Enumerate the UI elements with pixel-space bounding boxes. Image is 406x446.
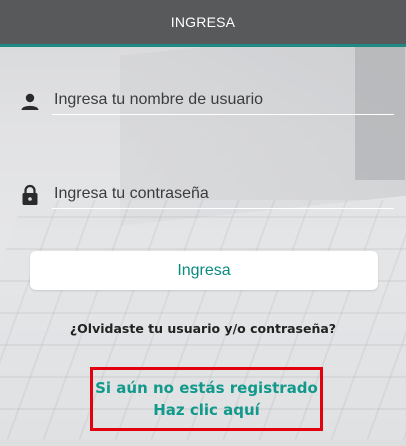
register-link[interactable]: Si aún no estás registrado Haz clic aquí [90,367,323,431]
forgot-credentials-link[interactable]: ¿Olvidaste tu usuario y/o contraseña? [0,321,406,336]
username-input[interactable] [52,86,394,115]
password-input[interactable] [52,180,394,209]
register-line-2: Haz clic aquí [153,401,260,419]
login-button[interactable]: Ingresa [30,251,378,290]
person-icon [20,92,40,112]
username-field [0,82,406,122]
page-title: INGRESA [170,14,236,30]
lock-icon [20,184,40,205]
register-line-1: Si aún no estás registrado [95,379,318,397]
password-field [0,176,406,216]
header-bar: INGRESA [0,0,406,47]
